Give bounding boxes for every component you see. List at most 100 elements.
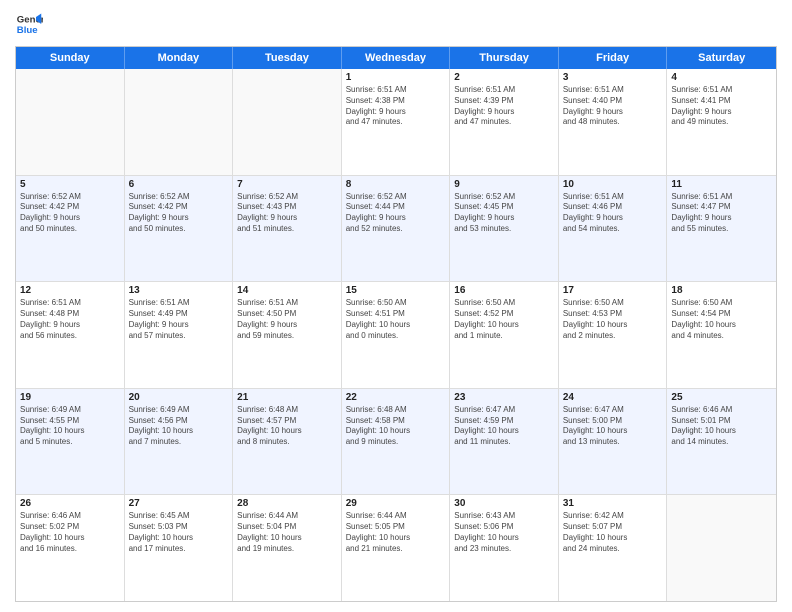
calendar-body: 1 Sunrise: 6:51 AM Sunset: 4:38 PM Daylig… (16, 69, 776, 601)
day-cell-16: 16 Sunrise: 6:50 AM Sunset: 4:52 PM Dayli… (450, 282, 559, 388)
header-day-saturday: Saturday (667, 47, 776, 69)
day-details: Sunrise: 6:42 AM Sunset: 5:07 PM Dayligh… (563, 511, 663, 554)
day-details: Sunrise: 6:46 AM Sunset: 5:01 PM Dayligh… (671, 405, 772, 448)
day-details: Sunrise: 6:52 AM Sunset: 4:42 PM Dayligh… (129, 192, 229, 235)
calendar-row-0: 1 Sunrise: 6:51 AM Sunset: 4:38 PM Daylig… (16, 69, 776, 176)
day-cell-1: 1 Sunrise: 6:51 AM Sunset: 4:38 PM Daylig… (342, 69, 451, 175)
day-number: 18 (671, 285, 772, 296)
day-cell-30: 30 Sunrise: 6:43 AM Sunset: 5:06 PM Dayli… (450, 495, 559, 601)
day-details: Sunrise: 6:51 AM Sunset: 4:47 PM Dayligh… (671, 192, 772, 235)
day-number: 7 (237, 179, 337, 190)
header: General Blue (15, 10, 777, 38)
day-cell-17: 17 Sunrise: 6:50 AM Sunset: 4:53 PM Dayli… (559, 282, 668, 388)
day-number: 28 (237, 498, 337, 509)
header-day-wednesday: Wednesday (342, 47, 451, 69)
day-number: 17 (563, 285, 663, 296)
day-details: Sunrise: 6:46 AM Sunset: 5:02 PM Dayligh… (20, 511, 120, 554)
calendar-row-1: 5 Sunrise: 6:52 AM Sunset: 4:42 PM Daylig… (16, 176, 776, 283)
day-details: Sunrise: 6:50 AM Sunset: 4:54 PM Dayligh… (671, 298, 772, 341)
day-cell-10: 10 Sunrise: 6:51 AM Sunset: 4:46 PM Dayli… (559, 176, 668, 282)
day-number: 10 (563, 179, 663, 190)
day-cell-27: 27Sunrise: 6:45 AM Sunset: 5:03 PM Dayli… (125, 495, 234, 601)
day-number: 4 (671, 72, 772, 83)
day-details: Sunrise: 6:51 AM Sunset: 4:50 PM Dayligh… (237, 298, 337, 341)
calendar-row-2: 12Sunrise: 6:51 AM Sunset: 4:48 PM Dayli… (16, 282, 776, 389)
day-number: 14 (237, 285, 337, 296)
day-number: 1 (346, 72, 446, 83)
day-number: 21 (237, 392, 337, 403)
day-cell-31: 31 Sunrise: 6:42 AM Sunset: 5:07 PM Dayli… (559, 495, 668, 601)
empty-cell (16, 69, 125, 175)
day-details: Sunrise: 6:48 AM Sunset: 4:58 PM Dayligh… (346, 405, 446, 448)
day-number: 9 (454, 179, 554, 190)
day-cell-5: 5 Sunrise: 6:52 AM Sunset: 4:42 PM Daylig… (16, 176, 125, 282)
day-number: 26 (20, 498, 120, 509)
day-cell-22: 22 Sunrise: 6:48 AM Sunset: 4:58 PM Dayli… (342, 389, 451, 495)
day-cell-23: 23Sunrise: 6:47 AM Sunset: 4:59 PM Dayli… (450, 389, 559, 495)
day-cell-21: 21 Sunrise: 6:48 AM Sunset: 4:57 PM Dayli… (233, 389, 342, 495)
day-cell-14: 14 Sunrise: 6:51 AM Sunset: 4:50 PM Dayli… (233, 282, 342, 388)
calendar-row-3: 19 Sunrise: 6:49 AM Sunset: 4:55 PM Dayli… (16, 389, 776, 496)
day-cell-18: 18 Sunrise: 6:50 AM Sunset: 4:54 PM Dayli… (667, 282, 776, 388)
day-number: 2 (454, 72, 554, 83)
day-cell-9: 9Sunrise: 6:52 AM Sunset: 4:45 PM Daylig… (450, 176, 559, 282)
day-cell-28: 28Sunrise: 6:44 AM Sunset: 5:04 PM Dayli… (233, 495, 342, 601)
header-day-tuesday: Tuesday (233, 47, 342, 69)
day-details: Sunrise: 6:50 AM Sunset: 4:53 PM Dayligh… (563, 298, 663, 341)
day-details: Sunrise: 6:44 AM Sunset: 5:05 PM Dayligh… (346, 511, 446, 554)
day-details: Sunrise: 6:47 AM Sunset: 5:00 PM Dayligh… (563, 405, 663, 448)
day-details: Sunrise: 6:47 AM Sunset: 4:59 PM Dayligh… (454, 405, 554, 448)
day-cell-7: 7 Sunrise: 6:52 AM Sunset: 4:43 PM Daylig… (233, 176, 342, 282)
day-number: 19 (20, 392, 120, 403)
day-details: Sunrise: 6:51 AM Sunset: 4:38 PM Dayligh… (346, 85, 446, 128)
day-details: Sunrise: 6:50 AM Sunset: 4:52 PM Dayligh… (454, 298, 554, 341)
day-number: 30 (454, 498, 554, 509)
day-cell-20: 20Sunrise: 6:49 AM Sunset: 4:56 PM Dayli… (125, 389, 234, 495)
header-day-friday: Friday (559, 47, 668, 69)
svg-text:Blue: Blue (17, 25, 38, 36)
day-cell-26: 26 Sunrise: 6:46 AM Sunset: 5:02 PM Dayli… (16, 495, 125, 601)
day-cell-6: 6 Sunrise: 6:52 AM Sunset: 4:42 PM Daylig… (125, 176, 234, 282)
day-number: 12 (20, 285, 120, 296)
day-details: Sunrise: 6:52 AM Sunset: 4:44 PM Dayligh… (346, 192, 446, 235)
day-details: Sunrise: 6:52 AM Sunset: 4:42 PM Dayligh… (20, 192, 120, 235)
logo: General Blue (15, 10, 43, 38)
day-details: Sunrise: 6:50 AM Sunset: 4:51 PM Dayligh… (346, 298, 446, 341)
day-number: 5 (20, 179, 120, 190)
day-number: 13 (129, 285, 229, 296)
logo-icon: General Blue (15, 10, 43, 38)
day-number: 24 (563, 392, 663, 403)
day-cell-25: 25 Sunrise: 6:46 AM Sunset: 5:01 PM Dayli… (667, 389, 776, 495)
header-day-sunday: Sunday (16, 47, 125, 69)
day-cell-15: 15Sunrise: 6:50 AM Sunset: 4:51 PM Dayli… (342, 282, 451, 388)
day-details: Sunrise: 6:43 AM Sunset: 5:06 PM Dayligh… (454, 511, 554, 554)
day-details: Sunrise: 6:48 AM Sunset: 4:57 PM Dayligh… (237, 405, 337, 448)
day-number: 6 (129, 179, 229, 190)
empty-cell (125, 69, 234, 175)
day-number: 20 (129, 392, 229, 403)
day-details: Sunrise: 6:45 AM Sunset: 5:03 PM Dayligh… (129, 511, 229, 554)
header-day-thursday: Thursday (450, 47, 559, 69)
calendar-header-row: SundayMondayTuesdayWednesdayThursdayFrid… (16, 47, 776, 69)
day-details: Sunrise: 6:49 AM Sunset: 4:55 PM Dayligh… (20, 405, 120, 448)
day-cell-11: 11 Sunrise: 6:51 AM Sunset: 4:47 PM Dayli… (667, 176, 776, 282)
day-cell-12: 12Sunrise: 6:51 AM Sunset: 4:48 PM Dayli… (16, 282, 125, 388)
day-details: Sunrise: 6:51 AM Sunset: 4:40 PM Dayligh… (563, 85, 663, 128)
day-details: Sunrise: 6:51 AM Sunset: 4:46 PM Dayligh… (563, 192, 663, 235)
day-cell-29: 29Sunrise: 6:44 AM Sunset: 5:05 PM Dayli… (342, 495, 451, 601)
day-details: Sunrise: 6:52 AM Sunset: 4:43 PM Dayligh… (237, 192, 337, 235)
day-cell-3: 3 Sunrise: 6:51 AM Sunset: 4:40 PM Daylig… (559, 69, 668, 175)
day-number: 16 (454, 285, 554, 296)
day-cell-24: 24 Sunrise: 6:47 AM Sunset: 5:00 PM Dayli… (559, 389, 668, 495)
day-cell-2: 2Sunrise: 6:51 AM Sunset: 4:39 PM Daylig… (450, 69, 559, 175)
day-number: 11 (671, 179, 772, 190)
day-number: 31 (563, 498, 663, 509)
empty-cell (233, 69, 342, 175)
calendar: SundayMondayTuesdayWednesdayThursdayFrid… (15, 46, 777, 602)
day-cell-13: 13Sunrise: 6:51 AM Sunset: 4:49 PM Dayli… (125, 282, 234, 388)
day-number: 3 (563, 72, 663, 83)
header-day-monday: Monday (125, 47, 234, 69)
day-number: 25 (671, 392, 772, 403)
day-cell-8: 8Sunrise: 6:52 AM Sunset: 4:44 PM Daylig… (342, 176, 451, 282)
day-number: 22 (346, 392, 446, 403)
